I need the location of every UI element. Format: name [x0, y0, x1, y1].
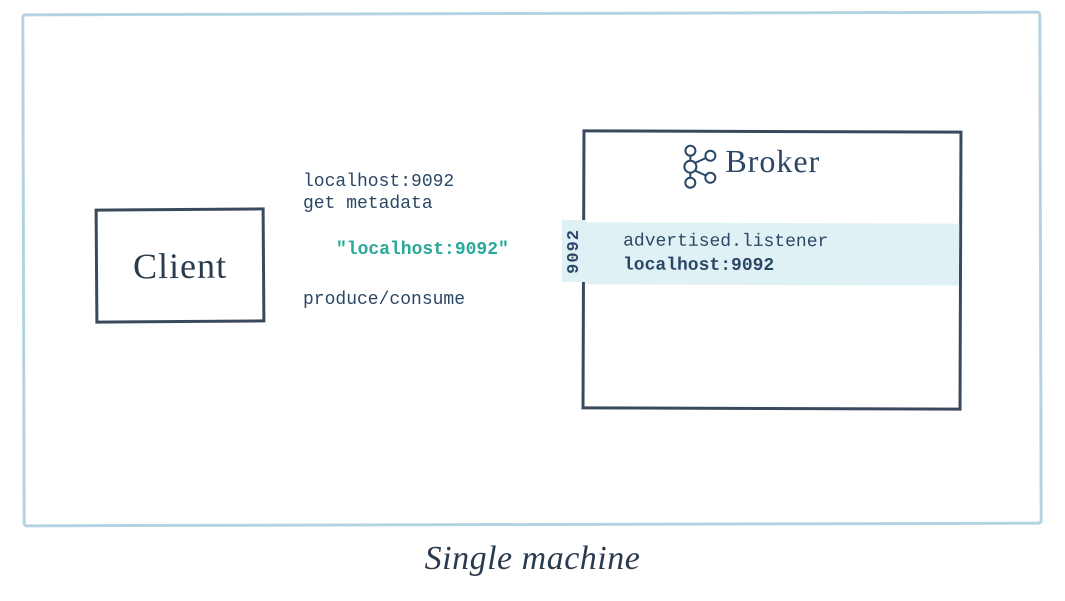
- broker-box: Broker advertised.listener localhost:909…: [582, 129, 963, 410]
- client-label: Client: [133, 244, 227, 287]
- broker-label: Broker: [725, 143, 820, 180]
- listener-value: localhost:9092: [623, 253, 959, 278]
- kafka-icon: [670, 141, 722, 193]
- broker-port-tab: 9092: [562, 220, 586, 282]
- diagram-caption: Single machine: [0, 540, 1065, 578]
- advertised-listener-band: advertised.listener localhost:9092: [585, 222, 959, 285]
- arrows-svg: [265, 208, 565, 318]
- listener-key: advertised.listener: [623, 229, 959, 254]
- arrow-label-metadata-host: localhost:9092: [303, 172, 454, 192]
- diagram-stage: Single machine Client Broker advertised.…: [0, 0, 1065, 601]
- client-box: Client: [95, 207, 266, 323]
- broker-port: 9092: [565, 229, 584, 274]
